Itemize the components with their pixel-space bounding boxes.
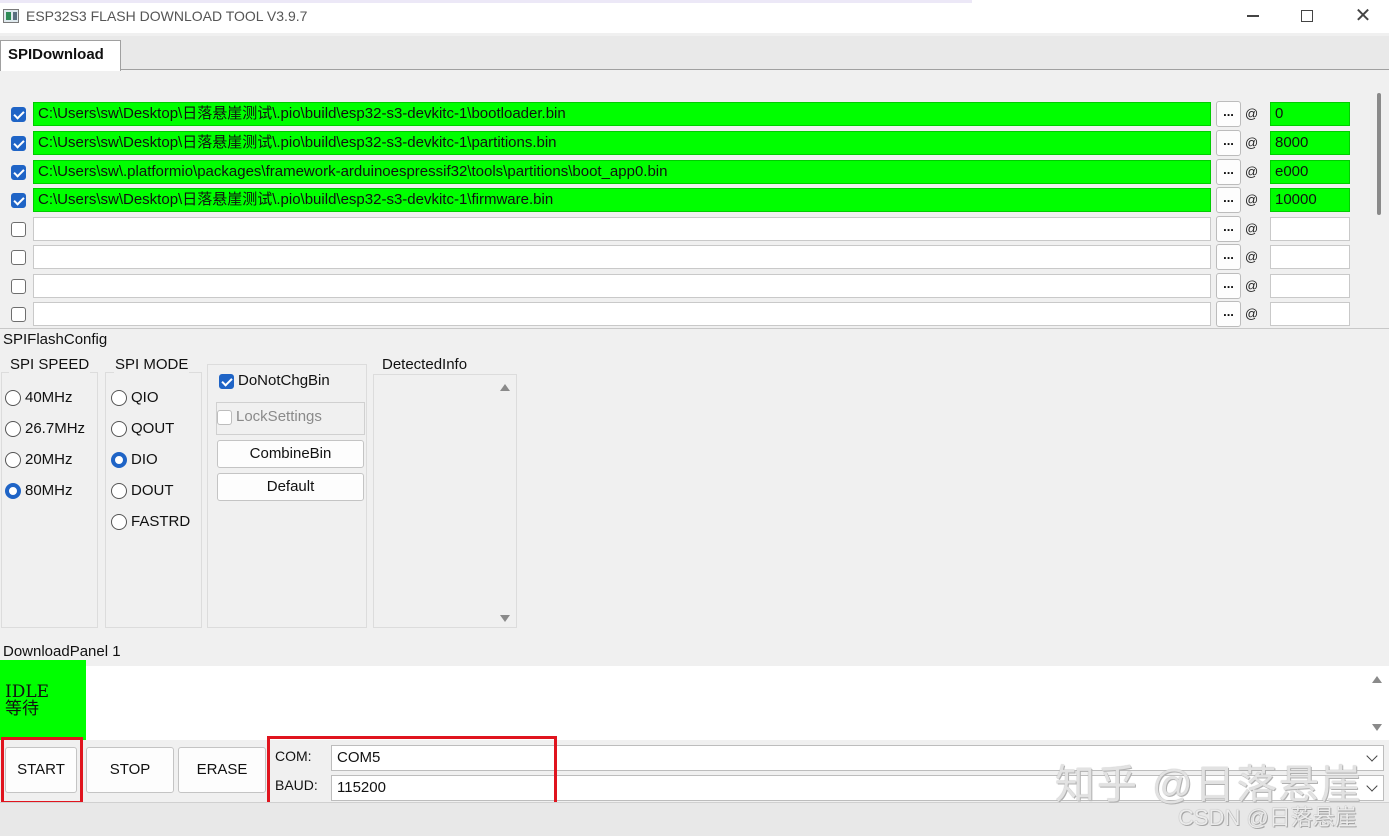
checkbox-icon (219, 374, 234, 389)
minimize-icon (1247, 15, 1259, 17)
browse-button[interactable]: ... (1216, 244, 1241, 270)
browse-button[interactable]: ... (1216, 273, 1241, 299)
file-checkbox[interactable] (11, 136, 26, 151)
browse-button[interactable]: ... (1216, 187, 1241, 213)
title-bar: ESP32S3 FLASH DOWNLOAD TOOL V3.9.7 ✕ (0, 0, 1389, 33)
mode-radio-qio[interactable]: QIO (111, 388, 159, 408)
com-baud-highlight-box (267, 736, 557, 810)
browse-button[interactable]: ... (1216, 301, 1241, 327)
scroll-up-icon[interactable] (1372, 676, 1382, 683)
browse-button[interactable]: ... (1216, 159, 1241, 185)
status-indicator: IDLE 等待 (0, 660, 86, 740)
lock-settings-checkbox[interactable]: LockSettings (214, 406, 322, 428)
tab-spidownload[interactable]: SPIDownload (0, 40, 121, 71)
erase-button[interactable]: ERASE (178, 747, 266, 793)
window-title: ESP32S3 FLASH DOWNLOAD TOOL V3.9.7 (26, 8, 307, 24)
at-label: @ (1245, 306, 1258, 321)
file-checkbox[interactable] (11, 222, 26, 237)
close-button[interactable]: ✕ (1340, 4, 1386, 28)
file-checkbox[interactable] (11, 250, 26, 265)
speed-radio-20mhz[interactable]: 20MHz (5, 450, 73, 470)
browse-button[interactable]: ... (1216, 130, 1241, 156)
title-accent (0, 0, 972, 3)
file-row: ... @ (0, 301, 1389, 327)
browse-button[interactable]: ... (1216, 101, 1241, 127)
stop-button[interactable]: STOP (86, 747, 174, 793)
maximize-button[interactable] (1284, 4, 1330, 28)
speed-radio-26-7mhz[interactable]: 26.7MHz (5, 419, 85, 439)
file-checkbox[interactable] (11, 165, 26, 180)
offset-field[interactable]: 10000 (1270, 188, 1350, 212)
at-label: @ (1245, 278, 1258, 293)
file-row: C:\Users\sw\Desktop\日落悬崖测试\.pio\build\es… (0, 130, 1389, 156)
file-checkbox[interactable] (11, 279, 26, 294)
chevron-down-icon (1366, 750, 1377, 761)
at-label: @ (1245, 164, 1258, 179)
scroll-down-icon[interactable] (500, 615, 510, 622)
mode-radio-dio[interactable]: DIO (111, 450, 158, 470)
speed-radio-40mhz[interactable]: 40MHz (5, 388, 73, 408)
file-path-field[interactable] (33, 217, 1211, 241)
combine-bin-button[interactable]: CombineBin (217, 440, 364, 468)
mode-radio-qout[interactable]: QOUT (111, 419, 174, 439)
checkbox-icon (217, 410, 232, 425)
at-label: @ (1245, 135, 1258, 150)
spi-flash-config-title: SPIFlashConfig (3, 331, 107, 348)
file-row: ... @ (0, 273, 1389, 299)
file-checkbox[interactable] (11, 193, 26, 208)
log-area[interactable] (86, 666, 1389, 740)
scroll-up-icon[interactable] (500, 384, 510, 391)
csdn-watermark: CSDN @日落悬崖 (1178, 800, 1357, 832)
mode-radio-dout[interactable]: DOUT (111, 481, 174, 501)
offset-field[interactable]: e000 (1270, 160, 1350, 184)
file-row: C:\Users\sw\Desktop\日落悬崖测试\.pio\build\es… (0, 101, 1389, 127)
download-panel-title: DownloadPanel 1 (3, 643, 121, 660)
file-row: C:\Users\sw\.platformio\packages\framewo… (0, 159, 1389, 185)
offset-field[interactable] (1270, 302, 1350, 326)
spi-speed-title: SPI SPEED (9, 356, 90, 373)
do-not-chg-bin-label: DoNotChgBin (238, 372, 330, 389)
at-label: @ (1245, 106, 1258, 121)
chevron-down-icon (1366, 780, 1377, 791)
file-path-field[interactable]: C:\Users\sw\.platformio\packages\framewo… (33, 160, 1211, 184)
file-checkbox[interactable] (11, 307, 26, 322)
file-checkbox[interactable] (11, 107, 26, 122)
scroll-down-icon[interactable] (1372, 724, 1382, 731)
offset-field[interactable] (1270, 245, 1350, 269)
file-list-scrollbar[interactable] (1377, 93, 1381, 215)
file-row: ... @ (0, 244, 1389, 270)
do-not-chg-bin-checkbox[interactable]: DoNotChgBin (216, 370, 330, 392)
maximize-icon (1301, 10, 1313, 22)
default-button[interactable]: Default (217, 473, 364, 501)
offset-field[interactable]: 8000 (1270, 131, 1350, 155)
mode-radio-fastrd[interactable]: FASTRD (111, 512, 190, 532)
status-zh: 等待 (5, 701, 86, 718)
file-path-field[interactable] (33, 274, 1211, 298)
browse-button[interactable]: ... (1216, 216, 1241, 242)
offset-field[interactable] (1270, 274, 1350, 298)
close-icon: ✕ (1355, 5, 1372, 27)
start-highlight-box (1, 737, 83, 804)
file-path-field[interactable]: C:\Users\sw\Desktop\日落悬崖测试\.pio\build\es… (33, 131, 1211, 155)
offset-field[interactable] (1270, 217, 1350, 241)
speed-radio-80mhz[interactable]: 80MHz (5, 481, 73, 501)
at-label: @ (1245, 221, 1258, 236)
file-row: ... @ (0, 216, 1389, 242)
tab-strip: SPIDownload (0, 36, 1389, 70)
at-label: @ (1245, 249, 1258, 264)
app-icon (3, 9, 19, 23)
file-path-field[interactable] (33, 302, 1211, 326)
file-path-field[interactable]: C:\Users\sw\Desktop\日落悬崖测试\.pio\build\es… (33, 188, 1211, 212)
spi-mode-title: SPI MODE (114, 356, 189, 373)
minimize-button[interactable] (1230, 4, 1276, 28)
file-path-field[interactable] (33, 245, 1211, 269)
lock-settings-label: LockSettings (236, 408, 322, 425)
file-list: C:\Users\sw\Desktop\日落悬崖测试\.pio\build\es… (0, 71, 1389, 329)
file-path-field[interactable]: C:\Users\sw\Desktop\日落悬崖测试\.pio\build\es… (33, 102, 1211, 126)
detected-info-box (373, 374, 517, 628)
at-label: @ (1245, 192, 1258, 207)
file-row: C:\Users\sw\Desktop\日落悬崖测试\.pio\build\es… (0, 187, 1389, 213)
detected-info-title: DetectedInfo (381, 356, 468, 373)
offset-field[interactable]: 0 (1270, 102, 1350, 126)
